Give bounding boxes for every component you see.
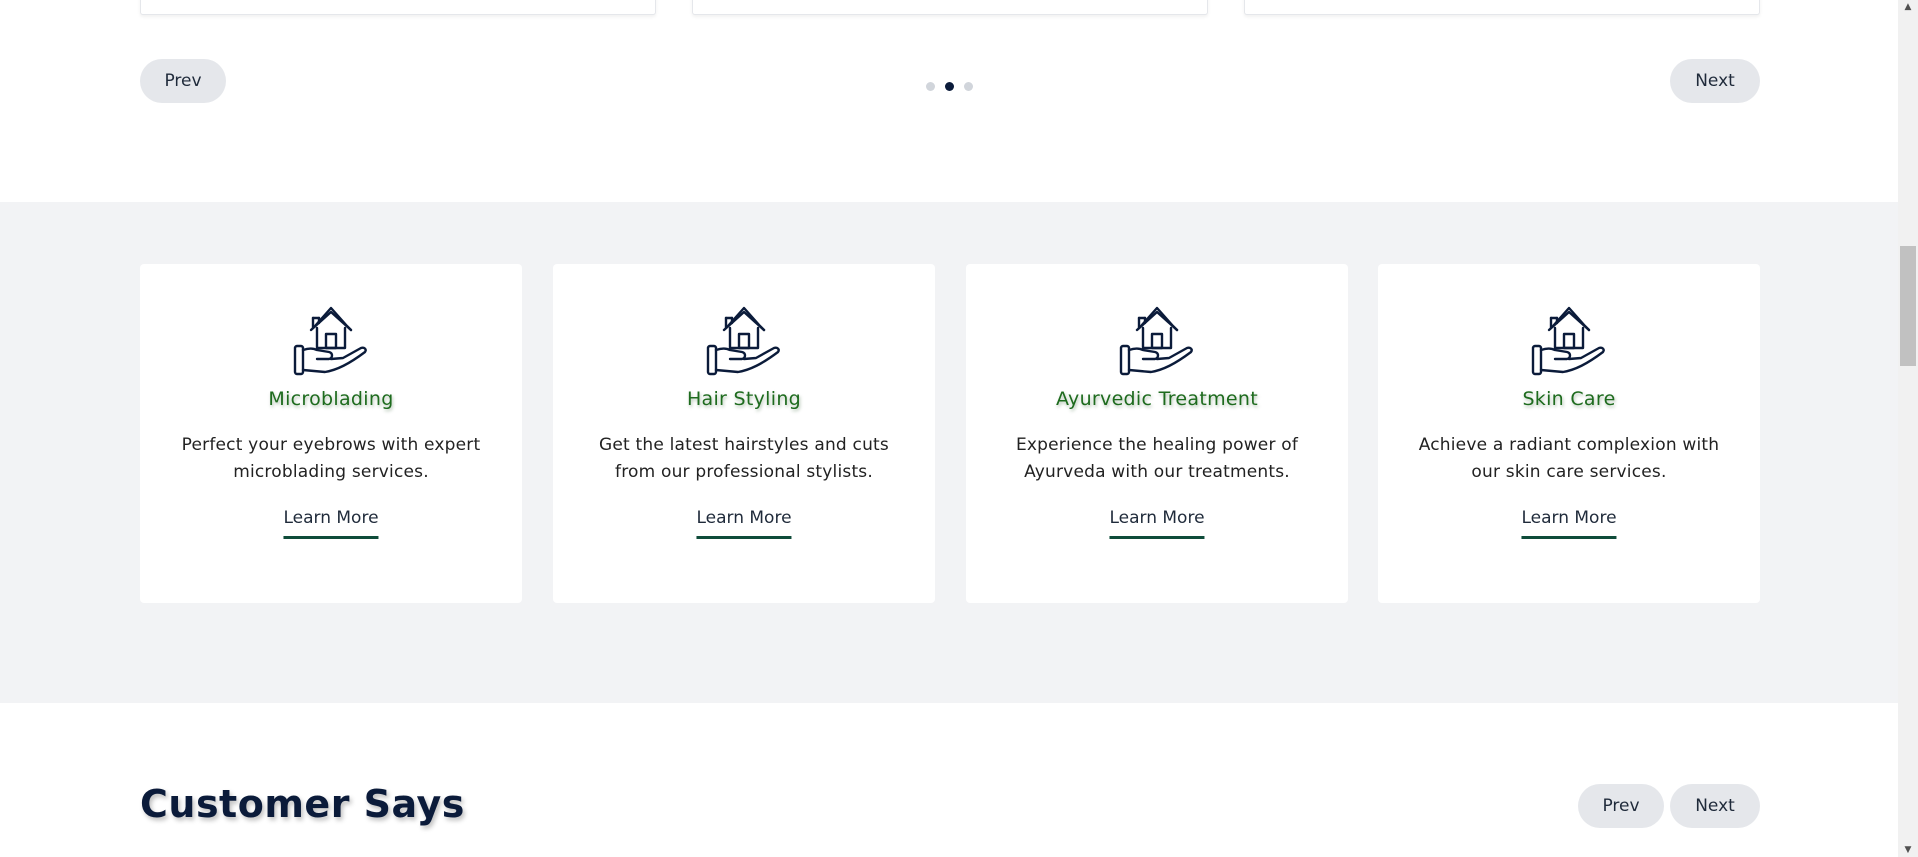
scroll-down-arrow-icon[interactable]: ▼	[1898, 843, 1918, 857]
service-description: Achieve a radiant complexion with our sk…	[1418, 435, 1720, 482]
house-in-hand-icon	[1529, 304, 1609, 378]
scrollbar-thumb[interactable]	[1900, 246, 1916, 366]
service-card: Skin Care Achieve a radiant complexion w…	[1378, 264, 1760, 603]
scroll-up-arrow-icon[interactable]: ▲	[1898, 0, 1918, 14]
carousel-next-button[interactable]: Next	[1670, 59, 1760, 103]
service-card: Microblading Perfect your eyebrows with …	[140, 264, 522, 603]
house-in-hand-icon	[704, 304, 784, 378]
service-description: Get the latest hairstyles and cuts from …	[599, 435, 889, 482]
carousel-card	[140, 0, 656, 15]
carousel-dot-active[interactable]	[945, 82, 954, 91]
service-card: Ayurvedic Treatment Experience the heali…	[966, 264, 1348, 603]
service-description: Perfect your eyebrows with expert microb…	[181, 435, 481, 482]
scrollbar[interactable]: ▲ ▼	[1898, 0, 1918, 857]
carousel-pagination	[926, 82, 973, 91]
testimonials-next-button[interactable]: Next	[1670, 784, 1760, 828]
house-in-hand-icon	[1117, 304, 1197, 378]
learn-more-link[interactable]: Learn More	[696, 508, 792, 539]
page: Prev Next Microblading Perfect your eyeb…	[0, 0, 1898, 857]
learn-more-link[interactable]: Learn More	[1521, 508, 1617, 539]
service-title: Microblading	[268, 388, 394, 410]
services-section: Microblading Perfect your eyebrows with …	[0, 202, 1898, 703]
learn-more-link[interactable]: Learn More	[283, 508, 379, 539]
service-description: Experience the healing power of Ayurveda…	[1015, 435, 1299, 482]
carousel-dot[interactable]	[964, 82, 973, 91]
service-title: Skin Care	[1522, 388, 1616, 410]
testimonials-prev-button[interactable]: Prev	[1578, 784, 1664, 828]
service-card: Hair Styling Get the latest hairstyles a…	[553, 264, 935, 603]
carousel-cards	[140, 0, 1760, 16]
house-in-hand-icon	[291, 304, 371, 378]
carousel-card	[692, 0, 1208, 15]
carousel-prev-button[interactable]: Prev	[140, 59, 226, 103]
testimonials-heading: Customer Says	[140, 782, 465, 826]
carousel-dot[interactable]	[926, 82, 935, 91]
service-title: Hair Styling	[686, 388, 802, 410]
carousel-card	[1244, 0, 1760, 15]
learn-more-link[interactable]: Learn More	[1109, 508, 1205, 539]
service-title: Ayurvedic Treatment	[1056, 388, 1258, 410]
